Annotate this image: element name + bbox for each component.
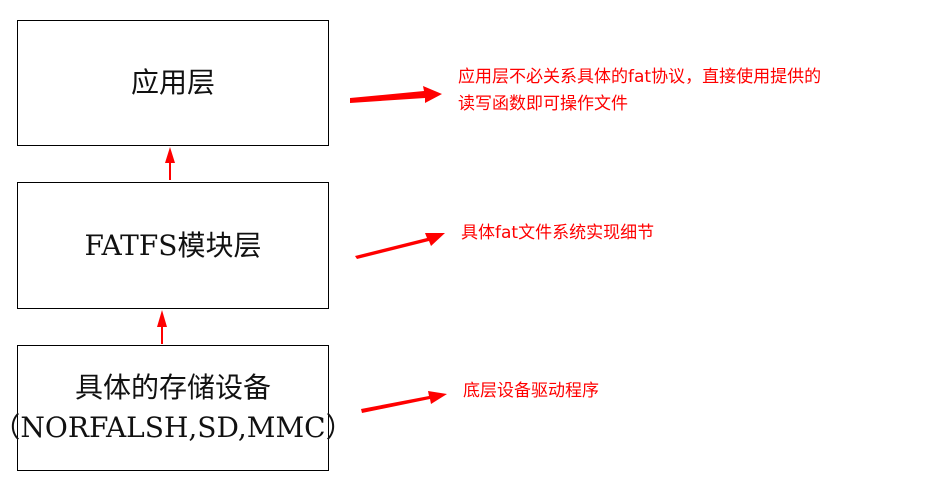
arrow-annotation-storage-device [361, 391, 447, 413]
arrow-annotation-fatfs [355, 233, 445, 259]
arrow-device-to-fatfs [157, 310, 167, 344]
connector-arrows [157, 86, 447, 413]
arrow-annotation-application [350, 86, 442, 103]
arrow-fatfs-to-application [165, 147, 175, 180]
